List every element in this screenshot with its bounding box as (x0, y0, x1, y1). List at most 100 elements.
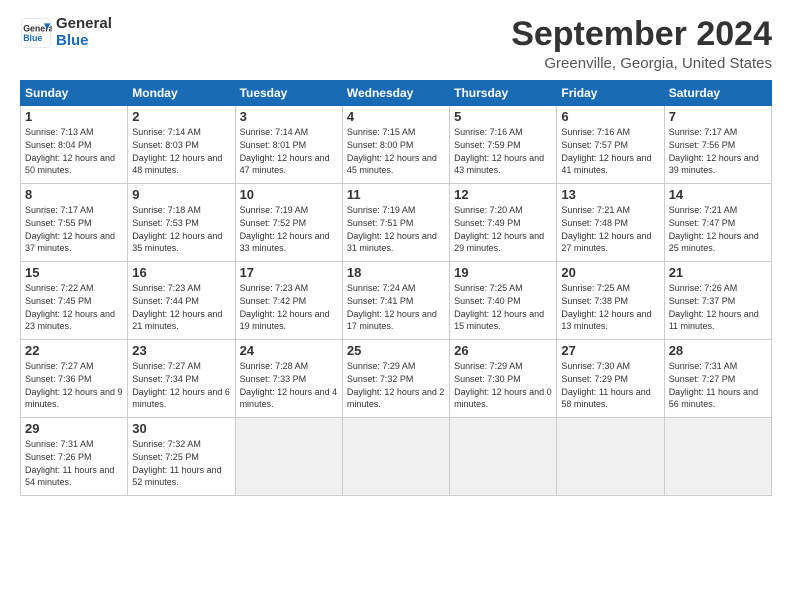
calendar-cell: 26 Sunrise: 7:29 AMSunset: 7:30 PMDaylig… (450, 340, 557, 418)
day-info: Sunrise: 7:17 AMSunset: 7:55 PMDaylight:… (25, 205, 115, 253)
day-info: Sunrise: 7:19 AMSunset: 7:51 PMDaylight:… (347, 205, 437, 253)
header-monday: Monday (128, 81, 235, 106)
day-info: Sunrise: 7:19 AMSunset: 7:52 PMDaylight:… (240, 205, 330, 253)
calendar-cell: 6 Sunrise: 7:16 AMSunset: 7:57 PMDayligh… (557, 106, 664, 184)
day-number: 8 (25, 187, 123, 202)
day-number: 24 (240, 343, 338, 358)
calendar-header-row: Sunday Monday Tuesday Wednesday Thursday… (21, 81, 772, 106)
day-number: 7 (669, 109, 767, 124)
day-number: 1 (25, 109, 123, 124)
day-info: Sunrise: 7:23 AMSunset: 7:42 PMDaylight:… (240, 283, 330, 331)
day-info: Sunrise: 7:29 AMSunset: 7:30 PMDaylight:… (454, 361, 552, 409)
calendar-cell: 9 Sunrise: 7:18 AMSunset: 7:53 PMDayligh… (128, 184, 235, 262)
page-header: General Blue General Blue September 2024… (20, 16, 772, 72)
calendar-cell: 16 Sunrise: 7:23 AMSunset: 7:44 PMDaylig… (128, 262, 235, 340)
day-number: 18 (347, 265, 445, 280)
calendar-cell: 21 Sunrise: 7:26 AMSunset: 7:37 PMDaylig… (664, 262, 771, 340)
day-number: 20 (561, 265, 659, 280)
logo: General Blue General Blue (20, 16, 112, 49)
day-number: 21 (669, 265, 767, 280)
month-year-title: September 2024 (511, 16, 772, 53)
calendar-cell: 12 Sunrise: 7:20 AMSunset: 7:49 PMDaylig… (450, 184, 557, 262)
day-info: Sunrise: 7:31 AMSunset: 7:27 PMDaylight:… (669, 361, 758, 409)
day-number: 29 (25, 421, 123, 436)
day-info: Sunrise: 7:23 AMSunset: 7:44 PMDaylight:… (132, 283, 222, 331)
day-number: 5 (454, 109, 552, 124)
day-info: Sunrise: 7:24 AMSunset: 7:41 PMDaylight:… (347, 283, 437, 331)
logo-text-blue: Blue (56, 33, 112, 50)
day-number: 11 (347, 187, 445, 202)
day-number: 25 (347, 343, 445, 358)
calendar-cell: 25 Sunrise: 7:29 AMSunset: 7:32 PMDaylig… (342, 340, 449, 418)
calendar-cell: 18 Sunrise: 7:24 AMSunset: 7:41 PMDaylig… (342, 262, 449, 340)
day-info: Sunrise: 7:27 AMSunset: 7:36 PMDaylight:… (25, 361, 123, 409)
calendar-cell: 2 Sunrise: 7:14 AMSunset: 8:03 PMDayligh… (128, 106, 235, 184)
day-number: 6 (561, 109, 659, 124)
day-info: Sunrise: 7:14 AMSunset: 8:03 PMDaylight:… (132, 127, 222, 175)
svg-text:Blue: Blue (23, 33, 42, 43)
calendar-cell: 27 Sunrise: 7:30 AMSunset: 7:29 PMDaylig… (557, 340, 664, 418)
day-number: 16 (132, 265, 230, 280)
day-info: Sunrise: 7:16 AMSunset: 7:57 PMDaylight:… (561, 127, 651, 175)
calendar-cell: 14 Sunrise: 7:21 AMSunset: 7:47 PMDaylig… (664, 184, 771, 262)
header-tuesday: Tuesday (235, 81, 342, 106)
day-info: Sunrise: 7:31 AMSunset: 7:26 PMDaylight:… (25, 439, 114, 487)
calendar-cell: 13 Sunrise: 7:21 AMSunset: 7:48 PMDaylig… (557, 184, 664, 262)
day-number: 4 (347, 109, 445, 124)
day-number: 28 (669, 343, 767, 358)
calendar-page: General Blue General Blue September 2024… (0, 0, 792, 612)
calendar-cell: 24 Sunrise: 7:28 AMSunset: 7:33 PMDaylig… (235, 340, 342, 418)
header-wednesday: Wednesday (342, 81, 449, 106)
calendar-cell: 1 Sunrise: 7:13 AMSunset: 8:04 PMDayligh… (21, 106, 128, 184)
table-row: 15 Sunrise: 7:22 AMSunset: 7:45 PMDaylig… (21, 262, 772, 340)
calendar-cell: 15 Sunrise: 7:22 AMSunset: 7:45 PMDaylig… (21, 262, 128, 340)
calendar-cell: 19 Sunrise: 7:25 AMSunset: 7:40 PMDaylig… (450, 262, 557, 340)
table-row: 8 Sunrise: 7:17 AMSunset: 7:55 PMDayligh… (21, 184, 772, 262)
header-sunday: Sunday (21, 81, 128, 106)
header-thursday: Thursday (450, 81, 557, 106)
day-info: Sunrise: 7:15 AMSunset: 8:00 PMDaylight:… (347, 127, 437, 175)
calendar-cell (557, 418, 664, 496)
calendar-cell: 11 Sunrise: 7:19 AMSunset: 7:51 PMDaylig… (342, 184, 449, 262)
title-block: September 2024 Greenville, Georgia, Unit… (511, 16, 772, 72)
day-number: 27 (561, 343, 659, 358)
day-info: Sunrise: 7:28 AMSunset: 7:33 PMDaylight:… (240, 361, 338, 409)
header-saturday: Saturday (664, 81, 771, 106)
day-number: 13 (561, 187, 659, 202)
calendar-cell (342, 418, 449, 496)
day-number: 17 (240, 265, 338, 280)
day-info: Sunrise: 7:16 AMSunset: 7:59 PMDaylight:… (454, 127, 544, 175)
day-number: 3 (240, 109, 338, 124)
day-info: Sunrise: 7:30 AMSunset: 7:29 PMDaylight:… (561, 361, 650, 409)
header-friday: Friday (557, 81, 664, 106)
calendar-table: Sunday Monday Tuesday Wednesday Thursday… (20, 80, 772, 496)
day-info: Sunrise: 7:21 AMSunset: 7:48 PMDaylight:… (561, 205, 651, 253)
location-subtitle: Greenville, Georgia, United States (511, 55, 772, 72)
calendar-cell: 5 Sunrise: 7:16 AMSunset: 7:59 PMDayligh… (450, 106, 557, 184)
day-info: Sunrise: 7:13 AMSunset: 8:04 PMDaylight:… (25, 127, 115, 175)
day-number: 14 (669, 187, 767, 202)
calendar-cell: 29 Sunrise: 7:31 AMSunset: 7:26 PMDaylig… (21, 418, 128, 496)
calendar-cell: 10 Sunrise: 7:19 AMSunset: 7:52 PMDaylig… (235, 184, 342, 262)
day-info: Sunrise: 7:27 AMSunset: 7:34 PMDaylight:… (132, 361, 230, 409)
calendar-cell: 7 Sunrise: 7:17 AMSunset: 7:56 PMDayligh… (664, 106, 771, 184)
calendar-cell: 8 Sunrise: 7:17 AMSunset: 7:55 PMDayligh… (21, 184, 128, 262)
calendar-cell: 30 Sunrise: 7:32 AMSunset: 7:25 PMDaylig… (128, 418, 235, 496)
calendar-cell: 4 Sunrise: 7:15 AMSunset: 8:00 PMDayligh… (342, 106, 449, 184)
day-number: 23 (132, 343, 230, 358)
table-row: 1 Sunrise: 7:13 AMSunset: 8:04 PMDayligh… (21, 106, 772, 184)
day-info: Sunrise: 7:20 AMSunset: 7:49 PMDaylight:… (454, 205, 544, 253)
logo-text-general: General (56, 16, 112, 33)
day-info: Sunrise: 7:22 AMSunset: 7:45 PMDaylight:… (25, 283, 115, 331)
day-number: 10 (240, 187, 338, 202)
day-info: Sunrise: 7:25 AMSunset: 7:40 PMDaylight:… (454, 283, 544, 331)
calendar-cell: 22 Sunrise: 7:27 AMSunset: 7:36 PMDaylig… (21, 340, 128, 418)
calendar-cell (450, 418, 557, 496)
day-info: Sunrise: 7:21 AMSunset: 7:47 PMDaylight:… (669, 205, 759, 253)
day-number: 22 (25, 343, 123, 358)
day-number: 30 (132, 421, 230, 436)
day-info: Sunrise: 7:32 AMSunset: 7:25 PMDaylight:… (132, 439, 221, 487)
calendar-cell: 3 Sunrise: 7:14 AMSunset: 8:01 PMDayligh… (235, 106, 342, 184)
calendar-cell (235, 418, 342, 496)
table-row: 22 Sunrise: 7:27 AMSunset: 7:36 PMDaylig… (21, 340, 772, 418)
